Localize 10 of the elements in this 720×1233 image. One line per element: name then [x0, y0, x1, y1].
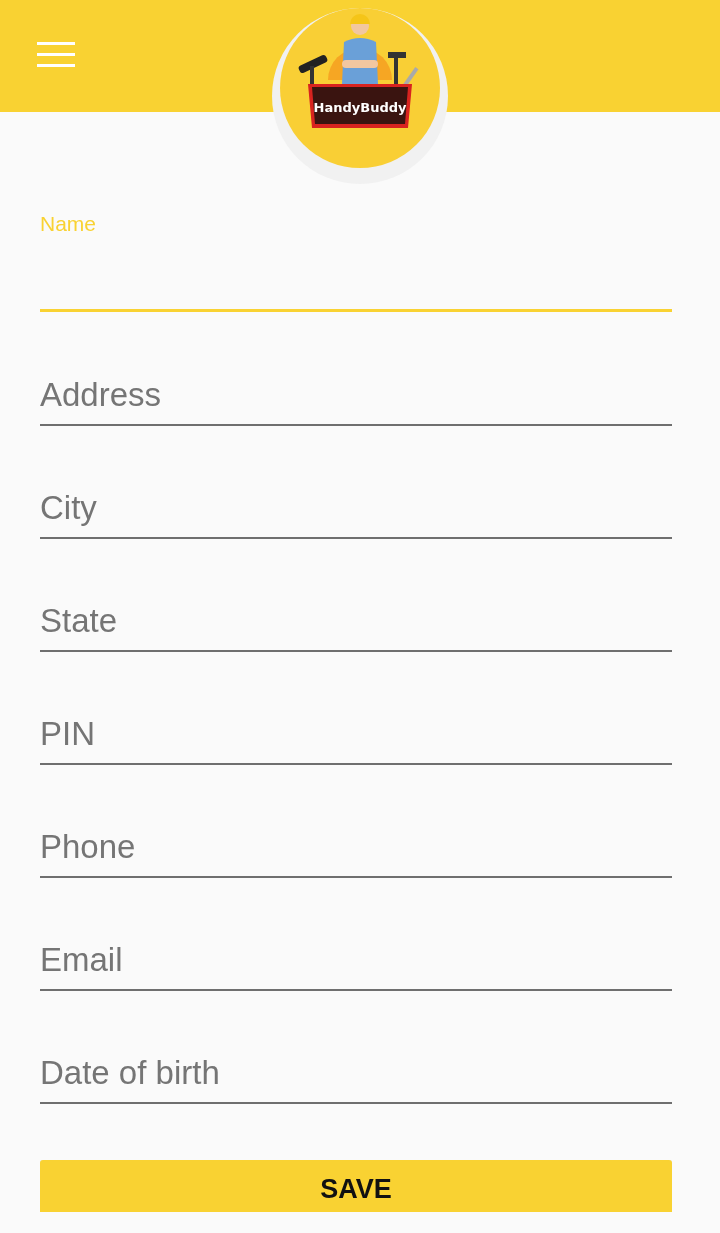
logo-text: HandyBuddy — [313, 100, 407, 115]
input-field[interactable]: State — [40, 592, 672, 652]
input-field[interactable]: Date of birth — [40, 1044, 672, 1104]
save-button[interactable]: SAVE — [40, 1160, 672, 1212]
input-field[interactable]: PIN — [40, 705, 672, 765]
input-field[interactable]: Address — [40, 366, 672, 426]
input-field[interactable]: City — [40, 479, 672, 539]
input-field[interactable]: Email — [40, 931, 672, 991]
input-field[interactable]: Phone — [40, 818, 672, 878]
field-label: Name — [40, 212, 98, 236]
